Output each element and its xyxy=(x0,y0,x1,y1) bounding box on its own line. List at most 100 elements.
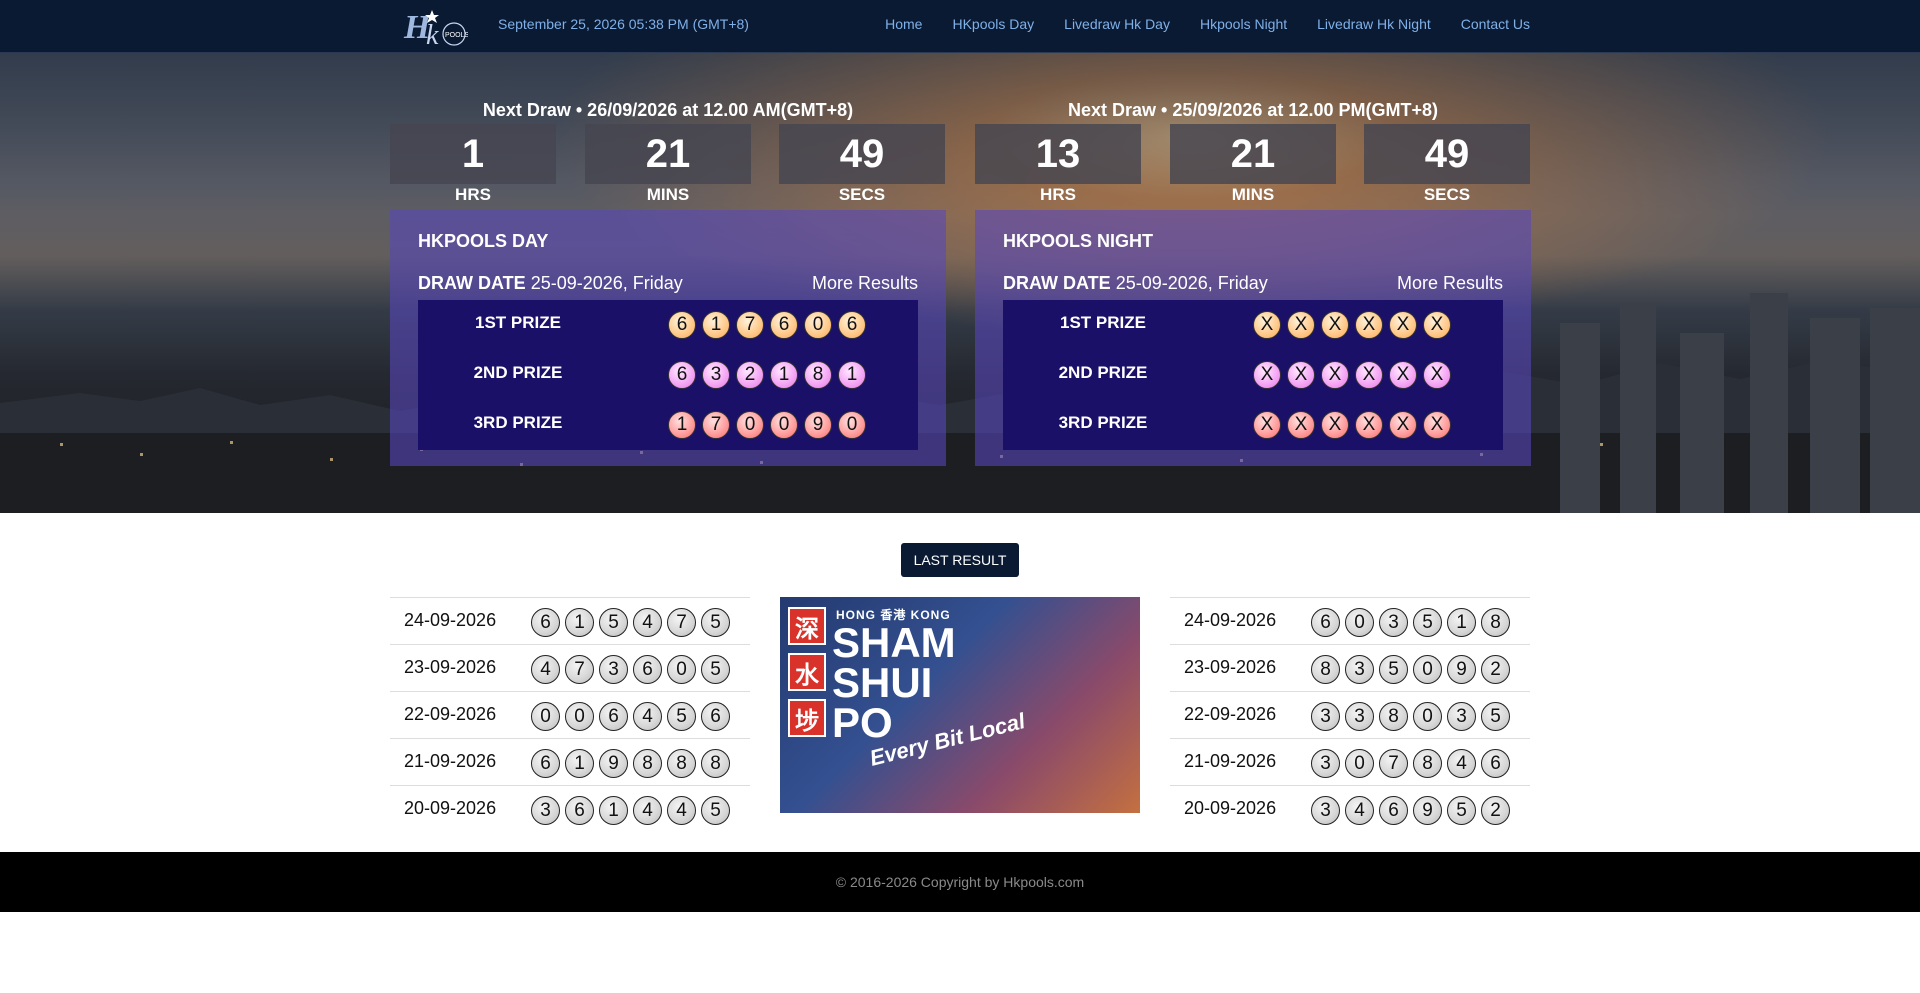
result-date: 20-09-2026 xyxy=(1184,798,1277,818)
result-ball: 1 xyxy=(668,411,696,439)
night-card-title: HKPOOLS NIGHT xyxy=(1003,231,1154,251)
list-item: 21-09-2026 6 1 9 8 8 8 xyxy=(390,738,750,785)
night-first-prize-row: 1ST PRIZE X X X X X X xyxy=(1003,300,1503,350)
list-item: 24-09-2026 6 0 3 5 1 8 xyxy=(1170,597,1530,644)
result-date: 21-09-2026 xyxy=(404,751,497,771)
promo-stamp: 埗 xyxy=(788,699,826,737)
sham-shui-po-promo-banner[interactable]: 深 水 埗 HONG 香港 KONG SHAM SHUI PO Every Bi… xyxy=(780,597,1140,813)
result-ball: 6 xyxy=(1311,608,1340,637)
result-ball: 9 xyxy=(1447,655,1476,684)
night-more-results-link[interactable]: More Results xyxy=(1397,273,1503,294)
result-ball: 8 xyxy=(633,749,662,778)
list-item: 24-09-2026 6 1 5 4 7 5 xyxy=(390,597,750,644)
day-more-results-link[interactable]: More Results xyxy=(812,273,918,294)
night-mins-value: 21 xyxy=(1230,132,1276,176)
result-ball: 0 xyxy=(1413,655,1442,684)
day-secs-value: 49 xyxy=(839,132,885,176)
result-balls: 4 7 3 6 0 5 xyxy=(531,655,730,684)
result-ball: 5 xyxy=(1379,655,1408,684)
result-ball: 3 xyxy=(1447,702,1476,731)
result-ball: 5 xyxy=(701,655,730,684)
day-timer-hrs: 1 xyxy=(390,124,556,184)
city-skyline-background xyxy=(0,293,1920,513)
nav-home[interactable]: Home xyxy=(885,16,922,32)
copyright-text: © 2016-2026 Copyright by Hkpools.com xyxy=(835,874,1085,890)
result-date: 24-09-2026 xyxy=(404,610,497,630)
result-ball: 0 xyxy=(770,411,798,439)
nav-livedraw-hk-day[interactable]: Livedraw Hk Day xyxy=(1064,16,1170,32)
night-prize-table: 1ST PRIZE X X X X X X 2ND PRIZE X X X X … xyxy=(1003,300,1503,450)
result-ball: 3 xyxy=(1311,796,1340,825)
result-ball: X xyxy=(1355,411,1383,439)
result-ball: 8 xyxy=(804,361,832,389)
night-second-prize-label: 2ND PRIZE xyxy=(1058,363,1148,382)
result-ball: 1 xyxy=(599,796,628,825)
nav-hkpools-day[interactable]: HKpools Day xyxy=(952,16,1034,32)
result-date: 24-09-2026 xyxy=(1184,610,1277,630)
night-hrs-label: HRS xyxy=(1040,185,1076,204)
day-first-prize-balls: 6 1 7 6 0 6 xyxy=(668,311,866,339)
day-second-prize-row: 2ND PRIZE 6 3 2 1 8 1 xyxy=(418,350,918,400)
night-second-prize-balls: X X X X X X xyxy=(1253,361,1451,389)
result-ball: X xyxy=(1253,311,1281,339)
day-second-prize-label: 2ND PRIZE xyxy=(473,363,563,382)
list-item: 20-09-2026 3 4 6 9 5 2 xyxy=(1170,785,1530,832)
promo-line-2: SHUI xyxy=(832,659,933,706)
result-ball: 9 xyxy=(1413,796,1442,825)
footer: © 2016-2026 Copyright by Hkpools.com xyxy=(0,852,1920,912)
day-third-prize-label: 3RD PRIZE xyxy=(473,413,563,432)
result-ball: 0 xyxy=(1413,702,1442,731)
day-timer-secs: 49 xyxy=(779,124,945,184)
result-balls: 6 1 5 4 7 5 xyxy=(531,608,730,637)
result-ball: X xyxy=(1287,411,1315,439)
result-balls: 3 4 6 9 5 2 xyxy=(1311,796,1510,825)
result-ball: 5 xyxy=(701,608,730,637)
svg-text:k: k xyxy=(426,20,439,48)
list-item: 23-09-2026 8 3 5 0 9 2 xyxy=(1170,644,1530,691)
day-next-draw: Next Draw • 26/09/2026 at 12.00 AM(GMT+8… xyxy=(482,100,854,120)
day-draw-date: DRAW DATE 25-09-2026, Friday xyxy=(418,273,683,294)
result-ball: 1 xyxy=(770,361,798,389)
result-balls: 3 6 1 4 4 5 xyxy=(531,796,730,825)
last-result-button[interactable]: LAST RESULT xyxy=(901,543,1019,577)
nav-contact-us[interactable]: Contact Us xyxy=(1461,16,1530,32)
result-ball: 0 xyxy=(1345,608,1374,637)
result-ball: 7 xyxy=(1379,749,1408,778)
night-draw-date: DRAW DATE 25-09-2026, Friday xyxy=(1003,273,1268,294)
day-prize-table: 1ST PRIZE 6 1 7 6 0 6 2ND PRIZE 6 3 2 1 … xyxy=(418,300,918,450)
night-draw-date-label: DRAW DATE xyxy=(1003,273,1111,293)
result-ball: 6 xyxy=(838,311,866,339)
last-results-night-list: 24-09-2026 6 0 3 5 1 8 23-09-2026 8 3 5 … xyxy=(1170,597,1530,832)
result-ball: 3 xyxy=(531,796,560,825)
result-ball: 8 xyxy=(701,749,730,778)
result-ball: 0 xyxy=(667,655,696,684)
result-ball: 0 xyxy=(1345,749,1374,778)
night-third-prize-row: 3RD PRIZE X X X X X X xyxy=(1003,400,1503,450)
list-item: 22-09-2026 0 0 6 4 5 6 xyxy=(390,691,750,738)
result-ball: 8 xyxy=(667,749,696,778)
day-second-prize-balls: 6 3 2 1 8 1 xyxy=(668,361,866,389)
result-ball: 8 xyxy=(1481,608,1510,637)
nav-livedraw-hk-night[interactable]: Livedraw Hk Night xyxy=(1317,16,1431,32)
result-ball: X xyxy=(1389,361,1417,389)
day-first-prize-row: 1ST PRIZE 6 1 7 6 0 6 xyxy=(418,300,918,350)
result-ball: 5 xyxy=(701,796,730,825)
result-ball: 4 xyxy=(633,702,662,731)
result-ball: 6 xyxy=(668,361,696,389)
list-item: 23-09-2026 4 7 3 6 0 5 xyxy=(390,644,750,691)
result-ball: 1 xyxy=(565,749,594,778)
result-ball: X xyxy=(1321,361,1349,389)
hkpools-logo[interactable]: H k POOLS xyxy=(402,4,468,48)
result-ball: 1 xyxy=(838,361,866,389)
result-ball: 6 xyxy=(701,702,730,731)
result-ball: X xyxy=(1287,311,1315,339)
list-item: 21-09-2026 3 0 7 8 4 6 xyxy=(1170,738,1530,785)
result-ball: 9 xyxy=(804,411,832,439)
navbar: H k POOLS September 25, 2026 05:38 PM (G… xyxy=(0,0,1920,53)
result-ball: 8 xyxy=(1379,702,1408,731)
result-ball: X xyxy=(1423,361,1451,389)
result-ball: 9 xyxy=(599,749,628,778)
result-ball: 6 xyxy=(565,796,594,825)
nav-hkpools-night[interactable]: Hkpools Night xyxy=(1200,16,1287,32)
result-date: 21-09-2026 xyxy=(1184,751,1277,771)
